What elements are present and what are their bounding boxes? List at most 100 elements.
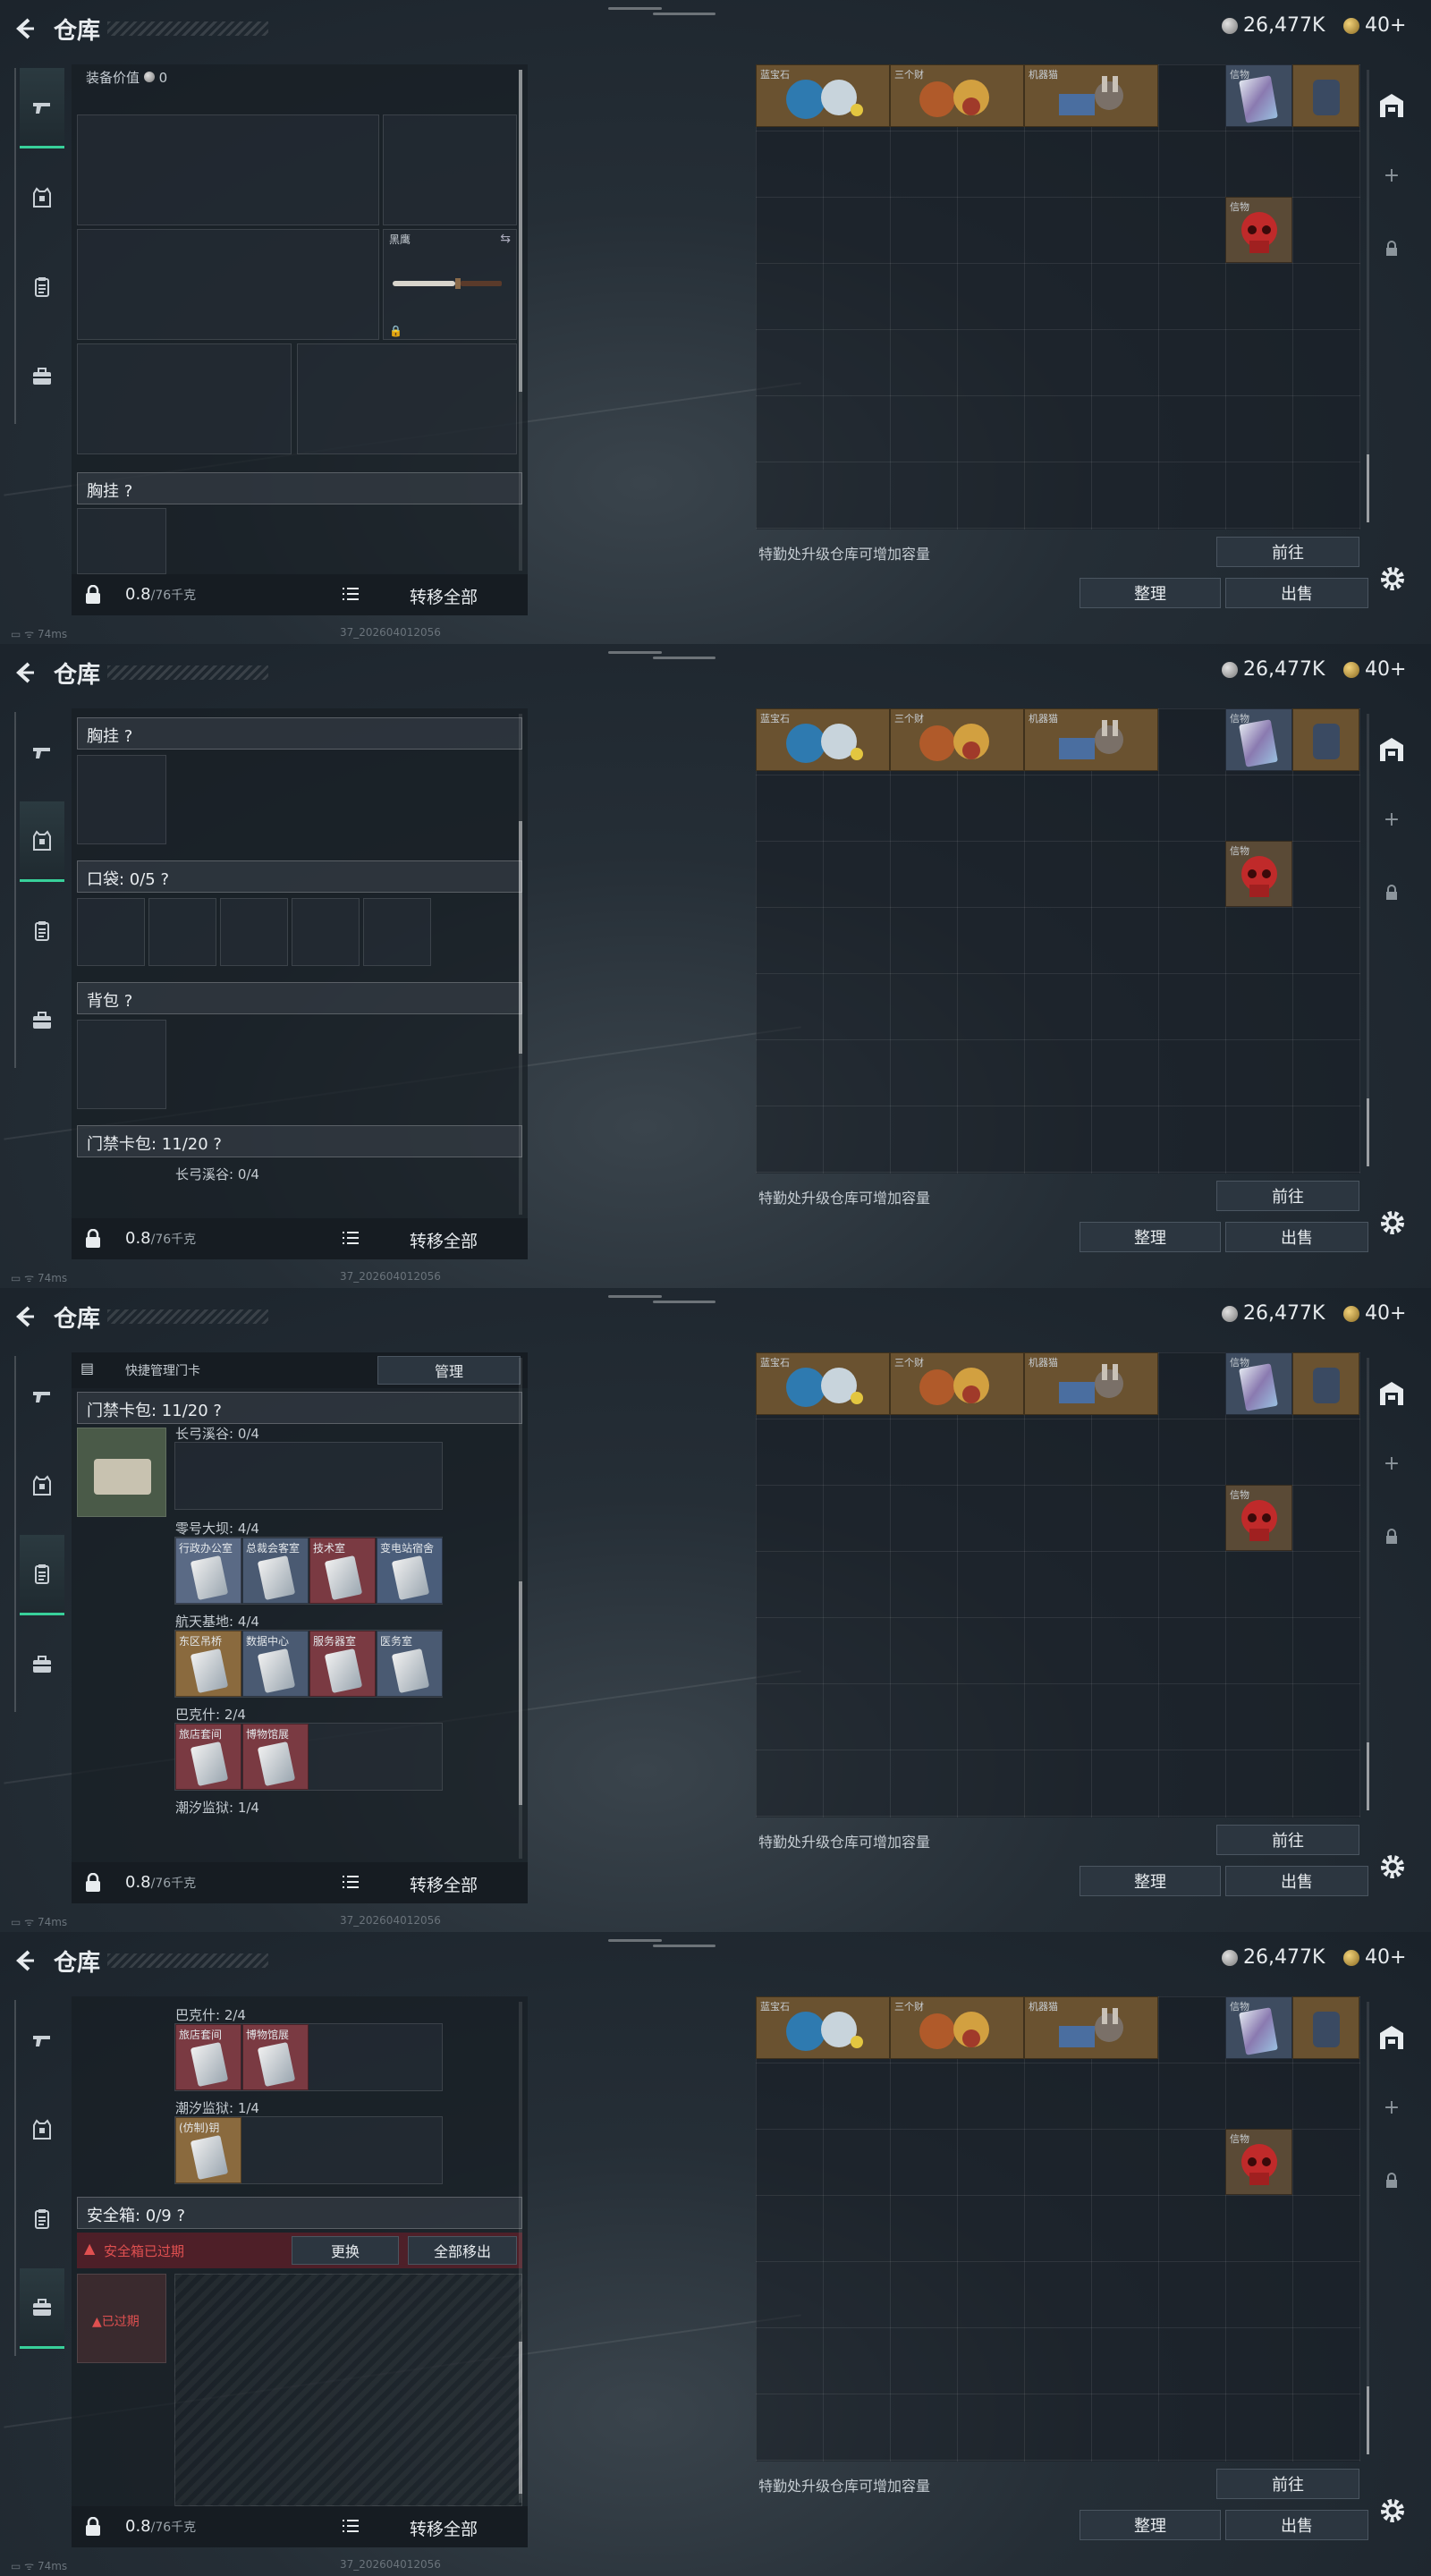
keycard-item[interactable]: 数据中心 [242,1631,309,1697]
backpack-slot[interactable] [77,1020,166,1109]
goto-button[interactable]: 前往 [1216,2469,1359,2499]
loadout-panel[interactable]: 装备价值 0 黑鹰 ⇆ 🔒 胸挂 ? [72,64,528,574]
keycard-item[interactable]: (仿制)钥 [175,2117,241,2183]
chest-rig-slot[interactable] [77,755,166,844]
lock-icon[interactable] [84,2517,102,2537]
sell-button[interactable]: 出售 [1225,1222,1368,1252]
stash-item-token-card[interactable]: 信物 [1225,708,1292,771]
stash-item-sapphire[interactable]: 蓝宝石 [756,708,890,771]
stash-item-token-card[interactable]: 信物 [1225,1996,1292,2059]
lock-icon[interactable] [84,1873,102,1893]
pocket-slot[interactable] [148,898,216,966]
primary-weapon-slot[interactable] [77,114,379,225]
replace-button[interactable]: 更换 [292,2236,399,2265]
nav-weapon[interactable] [20,1356,64,1436]
nav-armor[interactable] [20,801,64,882]
move-all-button[interactable]: 转移全部 [410,2516,478,2540]
nav-safebox[interactable] [20,980,64,1061]
loadout-panel[interactable]: 巴克什: 2/4 旅店套间 博物馆展 潮汐监狱: 1/4 (仿制)钥 安全箱: 0/9 … [72,1996,528,2506]
keycard-item[interactable]: 服务器室 [309,1631,376,1697]
stash-item-robot[interactable]: 机器猫 [1024,1996,1158,2059]
back-arrow-icon[interactable] [13,16,38,41]
stash-item-red-skull[interactable]: 信物 [1225,197,1292,263]
pocket-slot[interactable] [363,898,431,966]
nav-armor[interactable] [20,157,64,238]
stash-scrollbar[interactable] [1367,70,1369,522]
nav-weapon[interactable] [20,2000,64,2080]
move-all-button[interactable]: 转移全部 [410,584,478,608]
stash-tab-icon[interactable] [1376,1377,1408,1410]
stash-tab-icon[interactable] [1376,89,1408,122]
stash-item-sapphire[interactable]: 蓝宝石 [756,64,890,127]
melee-slot[interactable]: 黑鹰 ⇆ 🔒 [383,229,517,340]
nav-safebox[interactable] [20,2268,64,2349]
goto-button[interactable]: 前往 [1216,1181,1359,1211]
stash-item-fortune[interactable]: 三个财 [890,1996,1024,2059]
stash-item-token-card[interactable]: 信物 [1225,1352,1292,1415]
settings-gear-icon[interactable] [1377,1208,1408,1238]
keycard-item[interactable]: 旅店套间 [175,2024,241,2090]
loadout-panel[interactable]: ▤ 快捷管理门卡 管理 门禁卡包: 11/20 ? 长弓溪谷: 0/4 零号大坝: 4… [72,1352,528,1862]
stash-item-gloves[interactable] [1292,64,1359,127]
stash-item-token-card[interactable]: 信物 [1225,64,1292,127]
nav-armor[interactable] [20,2089,64,2170]
stash-item-gloves[interactable] [1292,708,1359,771]
sell-button[interactable]: 出售 [1225,2510,1368,2540]
swap-icon[interactable]: ⇆ [500,232,511,246]
stash-item-fortune[interactable]: 三个财 [890,708,1024,771]
sell-button[interactable]: 出售 [1225,578,1368,608]
stash-item-red-skull[interactable]: 信物 [1225,1485,1292,1551]
keycard-item[interactable]: 行政办公室 [175,1538,241,1604]
stash-scrollbar[interactable] [1367,714,1369,1166]
helmet-slot[interactable] [77,343,292,454]
list-icon[interactable] [342,2519,360,2533]
add-stash-icon[interactable]: + [1376,803,1408,835]
stash-item-red-skull[interactable]: 信物 [1225,2129,1292,2195]
stash-grid[interactable]: 蓝宝石 三个财 机器猫 信物 信物 [756,64,1360,530]
loadout-scrollbar[interactable] [519,714,522,1215]
stash-grid[interactable]: 蓝宝石 三个财 机器猫 信物 信物 [756,1996,1360,2462]
stash-item-gloves[interactable] [1292,1996,1359,2059]
settings-gear-icon[interactable] [1377,2496,1408,2526]
keycard-item[interactable]: 东区吊桥 [175,1631,241,1697]
secondary-weapon-slot[interactable] [77,229,379,340]
sort-button[interactable]: 整理 [1080,2510,1221,2540]
chest-rig-slot[interactable] [77,508,166,574]
loadout-scrollbar[interactable] [519,1358,522,1859]
move-all-button[interactable]: 转移全部 [410,1872,478,1896]
keycard-item[interactable]: 医务室 [377,1631,443,1697]
sort-button[interactable]: 整理 [1080,1222,1221,1252]
list-icon[interactable] [342,1875,360,1889]
manage-button[interactable]: 管理 [377,1356,521,1385]
gold-currency[interactable]: 40+ [1343,14,1406,37]
settings-gear-icon[interactable] [1377,564,1408,594]
sort-button[interactable]: 整理 [1080,578,1221,608]
add-stash-icon[interactable]: + [1376,1447,1408,1479]
stash-item-fortune[interactable]: 三个财 [890,1352,1024,1415]
stash-scrollbar[interactable] [1367,1358,1369,1810]
loadout-panel[interactable]: 胸挂 ? 口袋: 0/5 ? 背包 ? 门禁卡包: 11/20 ? 长弓溪谷: … [72,708,528,1218]
pocket-slot[interactable] [292,898,360,966]
stash-item-sapphire[interactable]: 蓝宝石 [756,1352,890,1415]
nav-safebox[interactable] [20,336,64,417]
settings-gear-icon[interactable] [1377,1852,1408,1882]
stash-item-fortune[interactable]: 三个财 [890,64,1024,127]
nav-keycard[interactable] [20,247,64,327]
stash-tab-icon[interactable] [1376,733,1408,766]
gold-currency[interactable]: 40+ [1343,1946,1406,1969]
goto-button[interactable]: 前往 [1216,537,1359,567]
stash-item-robot[interactable]: 机器猫 [1024,64,1158,127]
armor-slot[interactable] [297,343,517,454]
lock-icon[interactable] [84,1229,102,1249]
pistol-slot[interactable] [383,114,517,225]
back-arrow-icon[interactable] [13,660,38,685]
keycard-item[interactable]: 博物馆展 [242,2024,309,2090]
stash-item-robot[interactable]: 机器猫 [1024,1352,1158,1415]
pocket-slot[interactable] [220,898,288,966]
loadout-scrollbar[interactable] [519,70,522,571]
add-stash-icon[interactable]: + [1376,159,1408,191]
move-all-button[interactable]: 转移全部 [410,1228,478,1252]
stash-grid[interactable]: 蓝宝石 三个财 机器猫 信物 信物 [756,708,1360,1174]
list-icon[interactable] [342,587,360,601]
back-arrow-icon[interactable] [13,1304,38,1329]
